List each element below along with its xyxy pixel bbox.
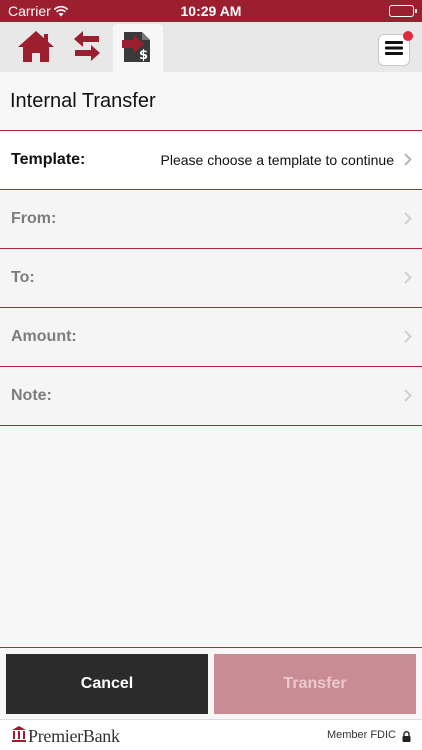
svg-text:$: $ bbox=[139, 48, 148, 63]
cancel-button[interactable]: Cancel bbox=[6, 654, 208, 714]
transfer-button[interactable]: Transfer bbox=[214, 654, 416, 714]
chevron-right-icon bbox=[404, 389, 412, 407]
chevron-right-icon bbox=[404, 330, 412, 348]
from-row[interactable]: From: bbox=[0, 189, 422, 248]
internal-transfer-icon: $ bbox=[120, 26, 156, 71]
top-nav: $ bbox=[0, 22, 422, 72]
note-label: Note: bbox=[11, 387, 52, 404]
home-icon bbox=[17, 29, 55, 68]
note-row[interactable]: Note: bbox=[0, 366, 422, 425]
brand-name: PremierBank bbox=[28, 726, 120, 746]
transfer-arrows-icon bbox=[71, 29, 103, 68]
status-bar: Carrier 10:29 AM bbox=[0, 0, 422, 22]
nav-internal-transfer[interactable]: $ bbox=[113, 24, 163, 72]
brand-logo: PremierBank bbox=[12, 726, 120, 747]
bank-building-icon bbox=[12, 726, 26, 747]
template-label: Template: bbox=[11, 151, 86, 168]
nav-home[interactable] bbox=[11, 24, 61, 72]
page-title: Internal Transfer bbox=[10, 90, 156, 112]
amount-label: Amount: bbox=[11, 328, 77, 345]
hamburger-menu-icon bbox=[385, 40, 403, 61]
member-fdic: Member FDIC bbox=[326, 729, 396, 741]
actions-divider bbox=[0, 647, 422, 648]
from-label: From: bbox=[11, 210, 57, 227]
clock: 10:29 AM bbox=[180, 3, 242, 19]
bottom-bar: PremierBank Member FDIC bbox=[0, 719, 422, 750]
lock-icon bbox=[402, 729, 411, 747]
menu-button[interactable] bbox=[378, 31, 413, 66]
template-value: Please choose a template to continue bbox=[160, 152, 395, 168]
amount-row[interactable]: Amount: bbox=[0, 307, 422, 366]
chevron-right-icon bbox=[404, 153, 412, 171]
nav-transfers[interactable] bbox=[62, 24, 112, 72]
notification-dot bbox=[403, 31, 413, 41]
form-divider bbox=[0, 425, 422, 426]
template-row[interactable]: Template: Please choose a template to co… bbox=[0, 130, 422, 189]
battery-icon bbox=[389, 5, 417, 17]
to-row[interactable]: To: bbox=[0, 248, 422, 307]
chevron-right-icon bbox=[404, 212, 412, 230]
chevron-right-icon bbox=[404, 271, 412, 289]
to-label: To: bbox=[11, 269, 35, 286]
